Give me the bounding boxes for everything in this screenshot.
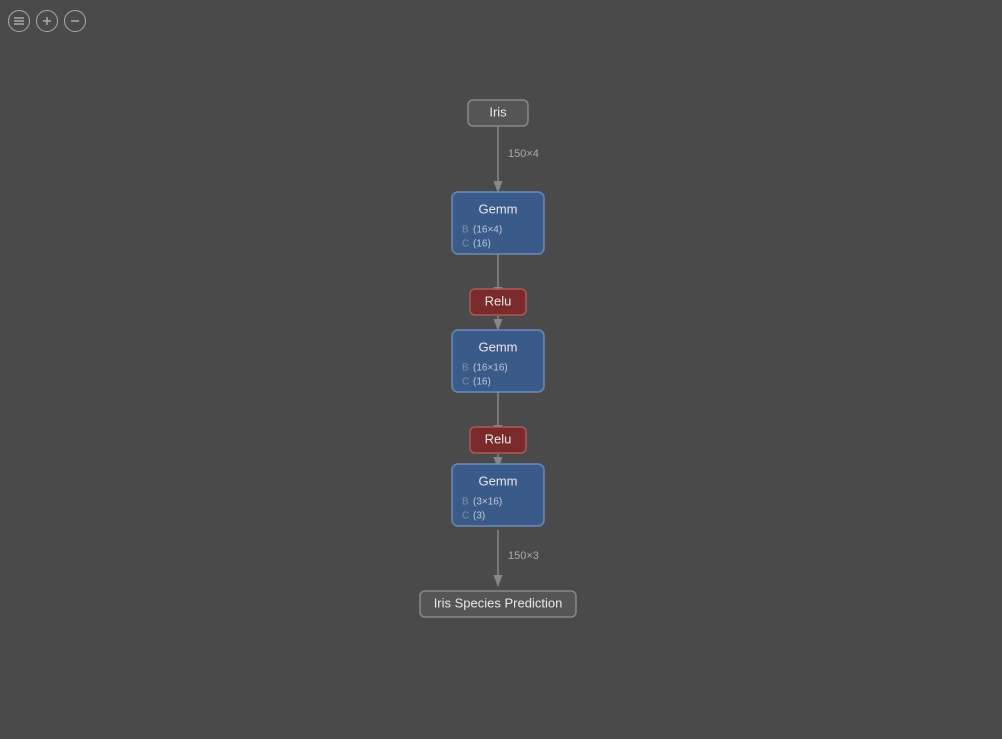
svg-text:B: B <box>462 497 469 508</box>
menu-button[interactable] <box>8 10 30 32</box>
svg-text:Iris Species Prediction: Iris Species Prediction <box>434 595 563 610</box>
svg-text:B: B <box>462 225 469 236</box>
toolbar <box>8 10 86 32</box>
edge-label-gemm3-irispred: 150×3 <box>508 550 539 562</box>
zoom-in-button[interactable] <box>36 10 58 32</box>
svg-text:Gemm: Gemm <box>479 473 518 488</box>
node-gemm2[interactable]: Gemm B (16×16) C (16) <box>452 330 544 392</box>
svg-text:C: C <box>462 377 469 388</box>
svg-text:Iris: Iris <box>489 104 507 119</box>
zoom-out-button[interactable] <box>64 10 86 32</box>
svg-text:Gemm: Gemm <box>479 339 518 354</box>
svg-text:(16): (16) <box>473 377 491 388</box>
node-relu2[interactable]: Relu <box>470 427 526 453</box>
svg-text:(16×16): (16×16) <box>473 363 508 374</box>
svg-text:Gemm: Gemm <box>479 201 518 216</box>
node-gemm3[interactable]: Gemm B (3×16) C (3) <box>452 464 544 526</box>
node-relu1[interactable]: Relu <box>470 289 526 315</box>
svg-text:C: C <box>462 239 469 250</box>
node-gemm1[interactable]: Gemm B (16×4) C (16) <box>452 192 544 254</box>
svg-text:(16): (16) <box>473 239 491 250</box>
node-iris[interactable]: Iris <box>468 100 528 126</box>
svg-text:Relu: Relu <box>485 431 512 446</box>
svg-text:(3×16): (3×16) <box>473 497 502 508</box>
edge-label-iris-gemm1: 150×4 <box>508 148 539 160</box>
svg-text:(16×4): (16×4) <box>473 225 502 236</box>
svg-text:B: B <box>462 363 469 374</box>
svg-text:Relu: Relu <box>485 293 512 308</box>
graph-canvas: 150×4 150×3 Iris Gemm B (16×4) C (16) Re… <box>0 0 1002 734</box>
svg-text:(3): (3) <box>473 511 485 522</box>
node-iris-species-prediction[interactable]: Iris Species Prediction <box>420 591 576 617</box>
svg-text:C: C <box>462 511 469 522</box>
